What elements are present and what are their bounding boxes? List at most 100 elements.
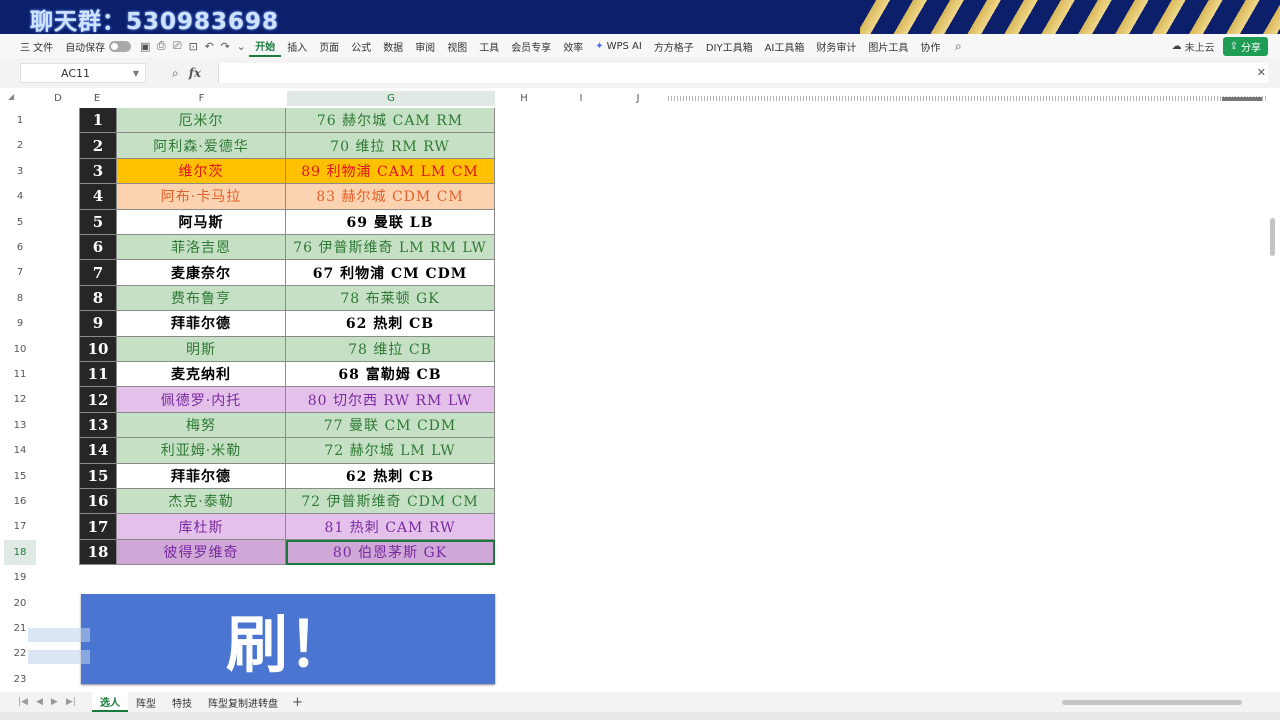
- row-header[interactable]: 10: [4, 337, 36, 362]
- sheet-tab-skills[interactable]: 特技: [164, 692, 200, 712]
- player-name-cell[interactable]: 麦康奈尔: [117, 260, 286, 286]
- row-header[interactable]: 12: [4, 387, 36, 412]
- tab-home[interactable]: 开始: [249, 35, 282, 57]
- tab-insert[interactable]: 插入: [281, 35, 313, 57]
- more-chevron-icon[interactable]: ⌄: [233, 38, 249, 54]
- player-info-cell[interactable]: 81 热刺 CAM RW: [286, 514, 495, 540]
- player-name-cell[interactable]: 明斯: [117, 336, 286, 362]
- row-header[interactable]: 15: [4, 464, 36, 489]
- player-info-cell[interactable]: 83 赫尔城 CDM CM: [286, 184, 495, 210]
- column-header-j[interactable]: J: [610, 91, 666, 106]
- row-header[interactable]: 4: [4, 184, 36, 209]
- player-number-cell[interactable]: 4: [79, 184, 117, 210]
- player-number-cell[interactable]: 17: [79, 514, 117, 540]
- player-info-cell[interactable]: 76 赫尔城 CAM RM: [286, 108, 495, 134]
- player-name-cell[interactable]: 维尔茨: [117, 158, 286, 185]
- row-header[interactable]: 16: [4, 489, 36, 514]
- tab-picture-tools[interactable]: 图片工具: [862, 35, 914, 57]
- row-header[interactable]: 14: [4, 438, 36, 463]
- player-name-cell[interactable]: 阿布·卡马拉: [117, 184, 286, 210]
- file-menu-button[interactable]: 三 文件: [0, 35, 59, 57]
- tab-finance-audit[interactable]: 财务审计: [810, 35, 862, 57]
- select-all-corner[interactable]: ◢: [8, 92, 14, 101]
- player-number-cell[interactable]: 11: [79, 362, 117, 388]
- player-name-cell[interactable]: 阿利森·爱德华: [117, 133, 286, 159]
- player-info-cell[interactable]: 72 伊普斯维奇 CDM CM: [286, 489, 495, 515]
- tab-ai-toolbox[interactable]: AI工具箱: [759, 35, 811, 57]
- tab-diy-toolbox[interactable]: DIY工具箱: [700, 35, 759, 57]
- zoom-search-icon[interactable]: ⌕: [172, 66, 179, 81]
- player-number-cell[interactable]: 1: [79, 108, 117, 134]
- fx-icon[interactable]: fx: [189, 66, 201, 80]
- player-name-cell[interactable]: 拜菲尔德: [117, 311, 286, 337]
- save-icon[interactable]: ▣: [137, 38, 153, 54]
- next-sheet-icon[interactable]: ▶: [51, 697, 58, 707]
- player-name-cell[interactable]: 库杜斯: [117, 514, 286, 540]
- prev-sheet-icon[interactable]: ◀: [36, 697, 43, 707]
- player-number-cell[interactable]: 15: [79, 463, 117, 489]
- player-name-cell[interactable]: 杰克·泰勒: [117, 489, 286, 515]
- player-number-cell[interactable]: 13: [79, 412, 117, 439]
- autosave-toggle[interactable]: [109, 40, 132, 52]
- tab-review[interactable]: 审阅: [409, 35, 441, 57]
- row-header[interactable]: 1: [4, 108, 36, 133]
- undo-icon[interactable]: ↶: [201, 38, 217, 54]
- column-header-e[interactable]: E: [78, 91, 116, 106]
- player-name-cell[interactable]: 阿马斯: [117, 209, 286, 235]
- row-header[interactable]: 6: [4, 235, 36, 260]
- column-header-i[interactable]: I: [552, 91, 610, 106]
- sheet-tab-formation[interactable]: 阵型: [128, 692, 164, 712]
- chevron-down-icon[interactable]: ▼: [133, 69, 139, 78]
- row-header[interactable]: 2: [4, 133, 36, 158]
- player-number-cell[interactable]: 12: [79, 387, 117, 413]
- player-number-cell[interactable]: 2: [79, 133, 117, 159]
- player-number-cell[interactable]: 16: [79, 489, 117, 515]
- name-box[interactable]: AC11 ▼: [20, 63, 146, 83]
- formula-input[interactable]: [218, 63, 1268, 83]
- autosave-control[interactable]: 自动保存: [59, 39, 137, 54]
- row-header[interactable]: 7: [4, 260, 36, 285]
- column-header-f[interactable]: F: [117, 91, 286, 106]
- player-name-cell[interactable]: 拜菲尔德: [117, 463, 286, 489]
- player-info-cell[interactable]: 62 热刺 CB: [286, 463, 495, 489]
- tab-collaborate[interactable]: 协作: [914, 35, 946, 57]
- player-name-cell[interactable]: 佩德罗·内托: [117, 387, 286, 413]
- horizontal-scrollbar[interactable]: [1062, 700, 1242, 705]
- player-info-cell[interactable]: 69 曼联 LB: [286, 209, 495, 235]
- cloud-status[interactable]: ☁ 未上云: [1172, 39, 1215, 54]
- column-header-g[interactable]: G: [287, 91, 495, 106]
- tab-formula[interactable]: 公式: [345, 35, 377, 57]
- tab-page[interactable]: 页面: [313, 35, 345, 57]
- print-icon[interactable]: ⎚: [169, 38, 185, 54]
- player-info-cell[interactable]: 78 维拉 CB: [286, 336, 495, 362]
- player-number-cell[interactable]: 5: [79, 209, 117, 235]
- tab-fangfang[interactable]: 方方格子: [648, 35, 700, 57]
- share-button[interactable]: ⇪ 分享: [1222, 36, 1268, 56]
- player-name-cell[interactable]: 麦克纳利: [117, 362, 286, 388]
- tab-wps-ai[interactable]: ✦ WPS AI: [589, 35, 648, 57]
- player-info-cell[interactable]: 62 热刺 CB: [286, 311, 495, 337]
- sheet-tab-select[interactable]: 选人: [92, 692, 128, 712]
- export-pdf-icon[interactable]: ⎙: [153, 38, 169, 54]
- player-number-cell[interactable]: 3: [79, 158, 117, 185]
- preview-icon[interactable]: ⊡: [185, 38, 201, 54]
- player-info-cell[interactable]: 80 切尔西 RW RM LW: [286, 387, 495, 413]
- sheet-tab-wheel[interactable]: 阵型复制进转盘: [200, 692, 286, 712]
- tab-data[interactable]: 数据: [377, 35, 409, 57]
- row-header[interactable]: 19: [4, 565, 36, 590]
- row-header[interactable]: 20: [4, 591, 36, 616]
- tab-efficiency[interactable]: 效率: [557, 35, 589, 57]
- player-info-cell[interactable]: 78 布莱顿 GK: [286, 285, 495, 312]
- player-info-cell[interactable]: 89 利物浦 CAM LM CM: [286, 158, 495, 185]
- player-number-cell[interactable]: 8: [79, 285, 117, 312]
- player-name-cell[interactable]: 厄米尔: [117, 108, 286, 134]
- vertical-scrollbar[interactable]: [1270, 218, 1275, 256]
- player-info-cell[interactable]: 70 维拉 RM RW: [286, 133, 495, 159]
- player-info-cell[interactable]: 68 富勒姆 CB: [286, 362, 495, 388]
- row-header[interactable]: 9: [4, 311, 36, 336]
- row-header[interactable]: 11: [4, 362, 36, 387]
- player-name-cell[interactable]: 利亚姆·米勒: [117, 438, 286, 464]
- player-info-cell[interactable]: 77 曼联 CM CDM: [286, 412, 495, 439]
- first-sheet-icon[interactable]: |◀: [18, 697, 28, 707]
- row-header[interactable]: 5: [4, 210, 36, 235]
